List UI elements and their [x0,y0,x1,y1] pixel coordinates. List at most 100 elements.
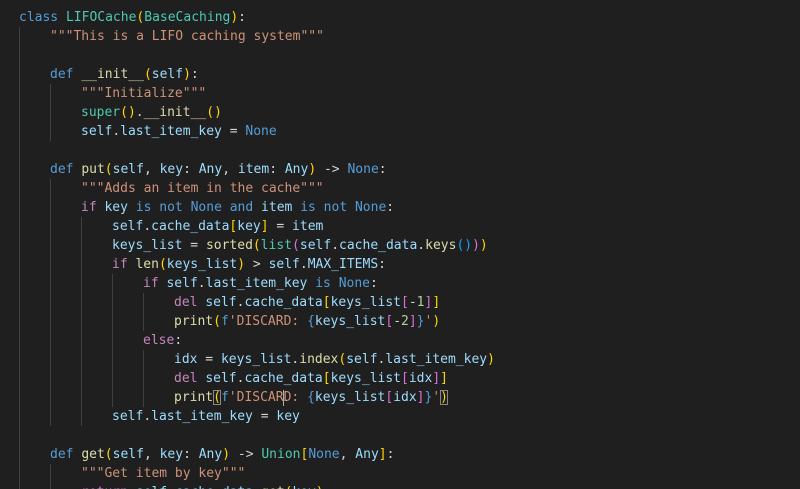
code-token: return [81,485,128,489]
code-token: = [182,238,206,253]
code-line[interactable]: class LIFOCache(BaseCaching): [19,8,246,27]
code-token: last_item_key [385,352,488,367]
code-token: key [276,409,300,424]
code-token: keys_list [330,295,402,310]
code-line[interactable]: """This is a LIFO caching system""" [50,27,324,46]
indent-guide [81,217,82,426]
code-line[interactable]: def get(self, key: Any) -> Union[None, A… [50,445,394,464]
code-token: self [205,371,237,386]
code-token: keys_list [330,371,402,386]
code-token: """Get item by key""" [81,466,246,481]
code-token: idx [174,352,198,367]
code-token: , [143,447,160,462]
code-token: : [183,162,199,177]
code-token: cache_data [175,485,253,489]
code-token: : [269,162,285,177]
code-line[interactable]: def put(self, key: Any, item: Any) -> No… [50,160,387,179]
code-token: list [260,238,293,253]
code-line[interactable]: if self.last_item_key is None: [143,274,378,293]
code-token: . [143,219,152,234]
code-token: self [112,219,144,234]
code-token: """Initialize""" [81,86,207,101]
code-token: if [81,200,97,215]
code-token: : [238,10,246,25]
indent-guide [50,464,51,489]
code-token: index [299,352,339,367]
indent-guide [50,179,51,426]
code-token: def [50,67,74,82]
code-token: - [408,295,417,310]
code-token: keys_list [220,352,292,367]
code-token: = [268,219,293,234]
code-token: last_item_key [205,276,308,291]
code-editor[interactable]: class LIFOCache(BaseCaching): """This is … [0,0,800,489]
code-token: __init__ [81,67,144,82]
code-token: : [190,67,199,82]
code-line[interactable]: else: [143,331,182,350]
code-token: ] [432,295,441,310]
code-token: ( [213,314,221,329]
code-line[interactable]: self.cache_data[key] = item [112,217,323,236]
code-line[interactable]: del self.cache_data[keys_list[idx]] [174,369,448,388]
code-token: cache_data [244,371,323,386]
code-token: self [112,409,144,424]
code-token: [ [322,295,331,310]
code-token: Any [355,447,379,462]
code-token: keys_list [112,238,183,253]
code-token: get [261,485,284,489]
code-line[interactable]: self.last_item_key = key [112,407,300,426]
code-line[interactable]: def __init__(self): [50,65,199,84]
code-line[interactable]: if len(keys_list) > self.MAX_ITEMS: [112,255,386,274]
code-token: item [237,162,270,177]
code-token: ) [487,352,495,367]
code-line[interactable]: if key is not None and item is not None: [81,198,394,217]
code-token: ( [158,257,167,272]
code-line[interactable]: del self.cache_data[keys_list[-1]] [174,293,440,312]
code-token: key [159,447,184,462]
code-line[interactable]: print(f'DISCARD: {keys_list[idx]}') [174,388,448,407]
code-token: 'DISCAR [228,390,284,405]
code-line[interactable]: """Initialize""" [81,84,206,103]
code-line[interactable]: idx = keys_list.index(self.last_item_key… [174,350,495,369]
code-token: . [197,276,206,291]
code-token: [ [401,295,409,310]
code-token: . [112,124,121,139]
code-line[interactable]: keys_list = sorted(list(self.cache_data.… [112,236,488,255]
code-token: . [135,105,144,120]
code-token: self [205,295,237,310]
code-token: print [174,390,214,405]
code-token: and [229,200,254,215]
code-token: if [112,257,128,272]
code-token: ( [213,390,221,405]
code-token: [ [385,390,394,405]
code-token: ) [464,238,473,253]
code-token: ] [260,219,269,234]
code-token: ) [230,10,239,25]
code-token: . [253,485,261,489]
code-token: [ [385,314,394,329]
code-line[interactable]: print(f'DISCARD: {keys_list[-2]}') [174,312,440,331]
code-token: . [143,409,152,424]
code-token: is [300,200,316,215]
code-line[interactable]: super().__init__() [81,103,222,122]
code-token: keys_list [314,390,386,405]
code-token: not [159,200,183,215]
code-token: . [331,238,340,253]
code-token: 2 [401,314,409,329]
indent-guide [19,27,20,489]
code-token: ) [440,390,448,405]
code-token: ] [440,371,448,386]
code-token: -> [230,447,262,462]
code-line[interactable]: """Adds an item in the cache""" [81,179,324,198]
code-token: ) [308,162,317,177]
code-token: last_item_key [120,124,222,139]
code-token: key [104,200,128,215]
code-line[interactable]: """Get item by key""" [81,464,245,483]
code-token: cache_data [151,219,230,234]
code-line[interactable]: return self.cache_data.get(key) [81,483,324,489]
code-token: > [245,257,269,272]
code-line[interactable]: self.last_item_key = None [81,122,277,141]
